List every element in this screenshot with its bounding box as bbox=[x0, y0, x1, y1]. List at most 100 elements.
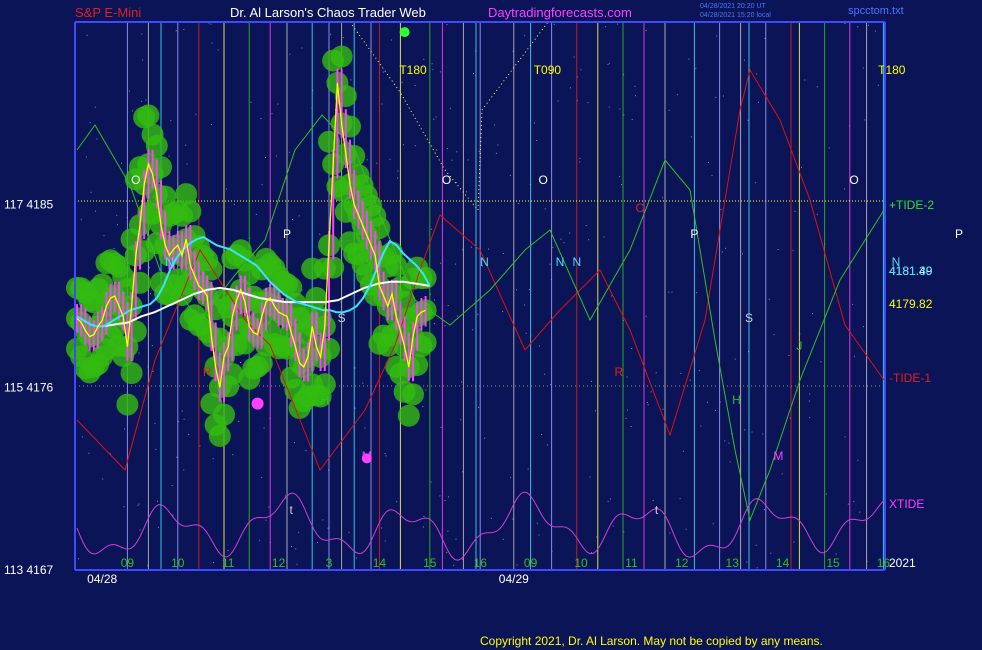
star-dot bbox=[152, 371, 154, 372]
star-dot bbox=[255, 213, 257, 215]
star-dot bbox=[509, 174, 511, 176]
star-dot bbox=[431, 63, 433, 65]
star-dot bbox=[103, 235, 105, 237]
star-dot bbox=[232, 454, 234, 456]
star-dot bbox=[233, 203, 235, 205]
glow-blob bbox=[213, 403, 235, 426]
star-dot bbox=[466, 191, 468, 193]
star-dot bbox=[700, 425, 702, 427]
star-dot bbox=[225, 188, 227, 190]
star-dot bbox=[645, 30, 647, 31]
star-dot bbox=[138, 352, 140, 354]
star-dot bbox=[755, 544, 757, 546]
star-dot bbox=[685, 528, 687, 530]
star-dot bbox=[668, 109, 670, 111]
x-tick-label: 09 bbox=[121, 556, 135, 570]
star-dot bbox=[381, 103, 383, 105]
x-tick-label: 11 bbox=[222, 556, 235, 570]
star-dot bbox=[461, 381, 463, 383]
star-dot bbox=[552, 247, 554, 249]
star-dot bbox=[210, 124, 212, 125]
astro-marker: P bbox=[955, 227, 963, 241]
star-dot bbox=[305, 450, 307, 452]
star-dot bbox=[770, 552, 772, 554]
star-dot bbox=[698, 370, 700, 372]
star-dot bbox=[662, 197, 664, 199]
star-dot bbox=[291, 546, 292, 548]
star-dot bbox=[327, 527, 329, 529]
star-dot bbox=[516, 564, 518, 566]
star-dot bbox=[662, 408, 664, 410]
glow-blob bbox=[402, 383, 424, 406]
star-dot bbox=[793, 541, 795, 543]
star-dot bbox=[435, 116, 437, 118]
astro-marker: C bbox=[635, 201, 644, 215]
star-dot bbox=[635, 95, 636, 97]
x-tick-label: 3 bbox=[326, 556, 333, 570]
star-dot bbox=[188, 434, 190, 435]
star-dot bbox=[212, 458, 214, 460]
star-dot bbox=[729, 461, 731, 463]
star-dot bbox=[90, 191, 92, 193]
x-tick-label: 12 bbox=[675, 556, 689, 570]
astro-marker: R bbox=[614, 365, 623, 379]
star-dot bbox=[725, 247, 727, 249]
star-dot bbox=[544, 208, 546, 210]
star-dot bbox=[142, 59, 144, 61]
star-dot bbox=[128, 90, 130, 92]
astro-marker: O bbox=[131, 173, 140, 187]
star-dot bbox=[523, 304, 525, 306]
star-dot bbox=[434, 299, 435, 301]
star-dot bbox=[217, 49, 219, 51]
star-dot bbox=[843, 188, 845, 190]
star-dot bbox=[396, 501, 398, 503]
star-dot bbox=[440, 262, 442, 264]
timestamp-ut: 04/28/2021 20:20 UT bbox=[700, 3, 766, 10]
star-dot bbox=[650, 391, 652, 393]
star-dot bbox=[744, 429, 746, 431]
star-dot bbox=[155, 448, 157, 450]
star-dot bbox=[319, 233, 321, 235]
astro-marker: O bbox=[539, 173, 548, 187]
low-dot bbox=[251, 397, 264, 410]
astro-marker: N bbox=[480, 255, 489, 269]
star-dot bbox=[455, 263, 457, 265]
star-dot bbox=[516, 289, 517, 291]
star-dot bbox=[137, 504, 139, 506]
star-dot bbox=[569, 87, 571, 89]
star-dot bbox=[259, 539, 261, 541]
star-dot bbox=[563, 242, 565, 244]
x-tick-label: 10 bbox=[171, 556, 185, 570]
tide2-label: +TIDE-2 bbox=[889, 198, 934, 212]
star-dot bbox=[510, 477, 512, 479]
site-link[interactable]: Daytradingforecasts.com bbox=[488, 5, 632, 20]
star-dot bbox=[95, 210, 96, 212]
star-dot bbox=[502, 310, 504, 312]
star-dot bbox=[384, 540, 386, 542]
star-dot bbox=[123, 506, 125, 508]
star-dot bbox=[689, 379, 691, 381]
star-dot bbox=[78, 558, 79, 560]
star-dot bbox=[720, 209, 722, 210]
star-dot bbox=[696, 292, 698, 294]
star-dot bbox=[439, 71, 441, 73]
astro-marker: N bbox=[556, 255, 565, 269]
star-dot bbox=[536, 522, 538, 524]
star-dot bbox=[298, 215, 300, 217]
star-dot bbox=[431, 228, 432, 230]
star-dot bbox=[550, 384, 551, 386]
star-dot bbox=[607, 64, 609, 65]
star-dot bbox=[680, 372, 682, 374]
star-dot bbox=[175, 30, 177, 32]
star-dot bbox=[81, 436, 83, 438]
star-dot bbox=[549, 263, 551, 265]
star-dot bbox=[579, 157, 581, 159]
star-dot bbox=[724, 440, 726, 442]
date-label: 04/29 bbox=[499, 572, 529, 586]
star-dot bbox=[585, 225, 587, 227]
glow-blob bbox=[208, 425, 231, 447]
star-dot bbox=[579, 161, 581, 163]
star-dot bbox=[804, 79, 806, 81]
star-dot bbox=[446, 148, 448, 149]
star-dot bbox=[744, 59, 745, 61]
